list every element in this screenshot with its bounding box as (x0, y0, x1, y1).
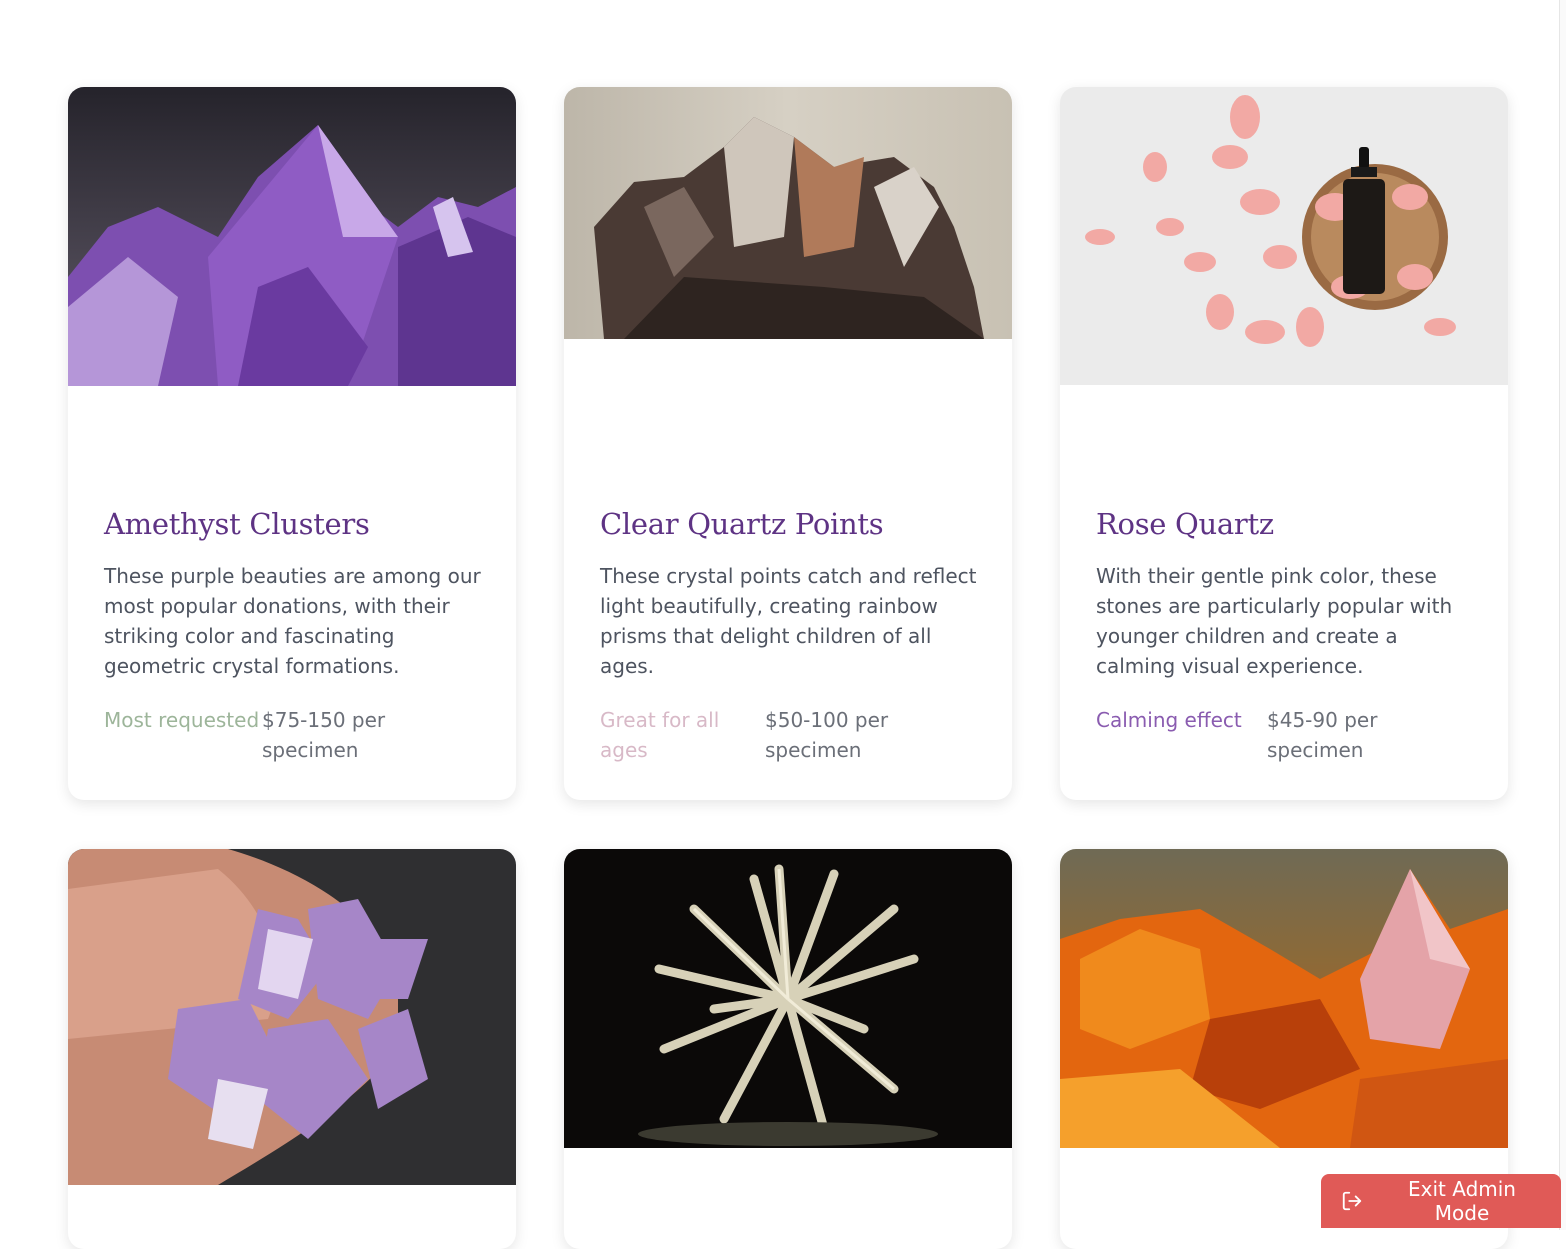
exit-admin-label: Exit Admin Mode (1408, 1177, 1516, 1225)
price-label: $75-150 per specimen (262, 708, 386, 762)
card-image (564, 87, 1012, 339)
card-image (68, 849, 516, 1185)
card-title: Amethyst Clusters (104, 507, 370, 541)
price-label: $50-100 per specimen (765, 708, 889, 762)
card-amethyst-points (68, 849, 516, 1249)
card-amethyst: Amethyst Clusters These purple beauties … (68, 87, 516, 800)
tag-badge: Most requested (104, 708, 260, 732)
card-description: These purple beauties are among our most… (104, 564, 481, 678)
card-rose-quartz: Rose Quartz With their gentle pink color… (1060, 87, 1508, 800)
logout-icon (1341, 1190, 1363, 1212)
exit-admin-mode-button[interactable]: Exit Admin Mode (1321, 1174, 1561, 1228)
tag-badge: Great for all ages (600, 708, 720, 762)
card-description: With their gentle pink color, these ston… (1096, 564, 1453, 678)
card-selenite (564, 849, 1012, 1249)
card-title: Rose Quartz (1096, 507, 1274, 541)
tag-badge: Calming effect (1096, 708, 1242, 732)
card-title: Clear Quartz Points (600, 507, 884, 541)
card-image (1060, 87, 1508, 385)
card-image (564, 849, 1012, 1148)
scrollbar[interactable] (1559, 0, 1566, 1230)
card-image (1060, 849, 1508, 1148)
card-description: These crystal points catch and reflect l… (600, 564, 977, 678)
crystal-grid: Amethyst Clusters These purple beauties … (0, 0, 1560, 1249)
price-label: $45-90 per specimen (1267, 708, 1378, 762)
card-clear-quartz: Clear Quartz Points These crystal points… (564, 87, 1012, 800)
card-image (68, 87, 516, 386)
